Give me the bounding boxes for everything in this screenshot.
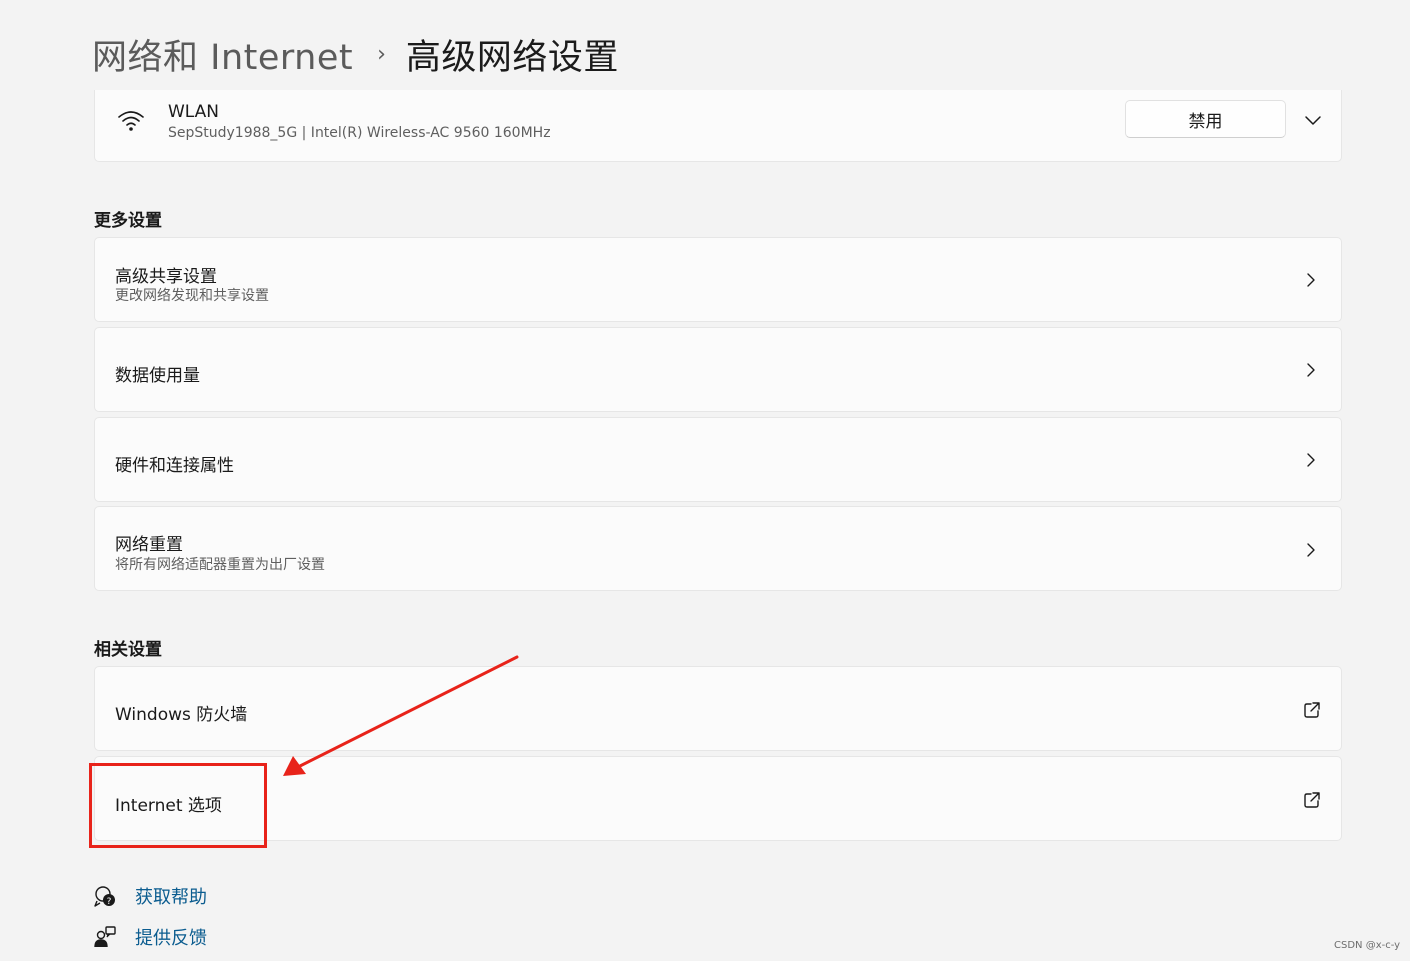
watermark: CSDN @x-c-y bbox=[1334, 940, 1401, 951]
section-heading-related-settings: 相关设置 bbox=[94, 640, 162, 660]
page-title: 高级网络设置 bbox=[405, 37, 619, 78]
chevron-down-icon[interactable] bbox=[1303, 110, 1323, 130]
settings-item-subtitle: 更改网络发现和共享设置 bbox=[115, 288, 269, 304]
svg-text:?: ? bbox=[107, 897, 112, 907]
give-feedback-link[interactable]: 提供反馈 bbox=[94, 922, 207, 952]
breadcrumb-separator-icon: › bbox=[377, 41, 386, 67]
breadcrumb: 网络和 Internet › 高级网络设置 bbox=[92, 30, 619, 78]
chevron-right-icon bbox=[1307, 543, 1315, 557]
adapter-name: WLAN bbox=[168, 102, 220, 122]
settings-item-title: Internet 选项 bbox=[115, 796, 222, 816]
settings-page: 网络和 Internet › 高级网络设置 WLAN SepStudy1988_… bbox=[0, 0, 1410, 961]
chevron-right-icon bbox=[1307, 273, 1315, 287]
get-help-label[interactable]: 获取帮助 bbox=[135, 883, 207, 909]
external-link-icon bbox=[1304, 792, 1320, 808]
give-feedback-label[interactable]: 提供反馈 bbox=[135, 924, 207, 950]
settings-item-data-usage[interactable]: 数据使用量 bbox=[94, 327, 1342, 412]
wifi-icon bbox=[118, 111, 144, 131]
chevron-right-icon bbox=[1307, 453, 1315, 467]
settings-item-title: 网络重置 bbox=[115, 535, 183, 555]
settings-item-windows-firewall[interactable]: Windows 防火墙 bbox=[94, 666, 1342, 751]
settings-item-subtitle: 将所有网络适配器重置为出厂设置 bbox=[115, 557, 325, 573]
get-help-link[interactable]: ? 获取帮助 bbox=[94, 881, 207, 911]
adapter-detail: SepStudy1988_5G | Intel(R) Wireless-AC 9… bbox=[168, 125, 551, 141]
settings-item-hardware-properties[interactable]: 硬件和连接属性 bbox=[94, 417, 1342, 502]
chevron-right-icon bbox=[1307, 363, 1315, 377]
settings-item-title: Windows 防火墙 bbox=[115, 705, 248, 725]
settings-item-title: 数据使用量 bbox=[115, 366, 200, 386]
settings-item-internet-options[interactable]: Internet 选项 bbox=[94, 756, 1342, 841]
adapter-card-wlan[interactable]: WLAN SepStudy1988_5G | Intel(R) Wireless… bbox=[94, 90, 1342, 162]
settings-item-title: 硬件和连接属性 bbox=[115, 456, 234, 476]
section-heading-more-settings: 更多设置 bbox=[94, 211, 162, 231]
help-chat-icon: ? bbox=[94, 886, 115, 907]
external-link-icon bbox=[1304, 702, 1320, 718]
settings-item-advanced-sharing[interactable]: 高级共享设置 更改网络发现和共享设置 bbox=[94, 237, 1342, 322]
disable-button[interactable]: 禁用 bbox=[1125, 100, 1286, 138]
settings-item-network-reset[interactable]: 网络重置 将所有网络适配器重置为出厂设置 bbox=[94, 506, 1342, 591]
feedback-icon bbox=[94, 926, 116, 948]
breadcrumb-parent[interactable]: 网络和 Internet bbox=[92, 29, 353, 80]
settings-item-title: 高级共享设置 bbox=[115, 267, 217, 287]
